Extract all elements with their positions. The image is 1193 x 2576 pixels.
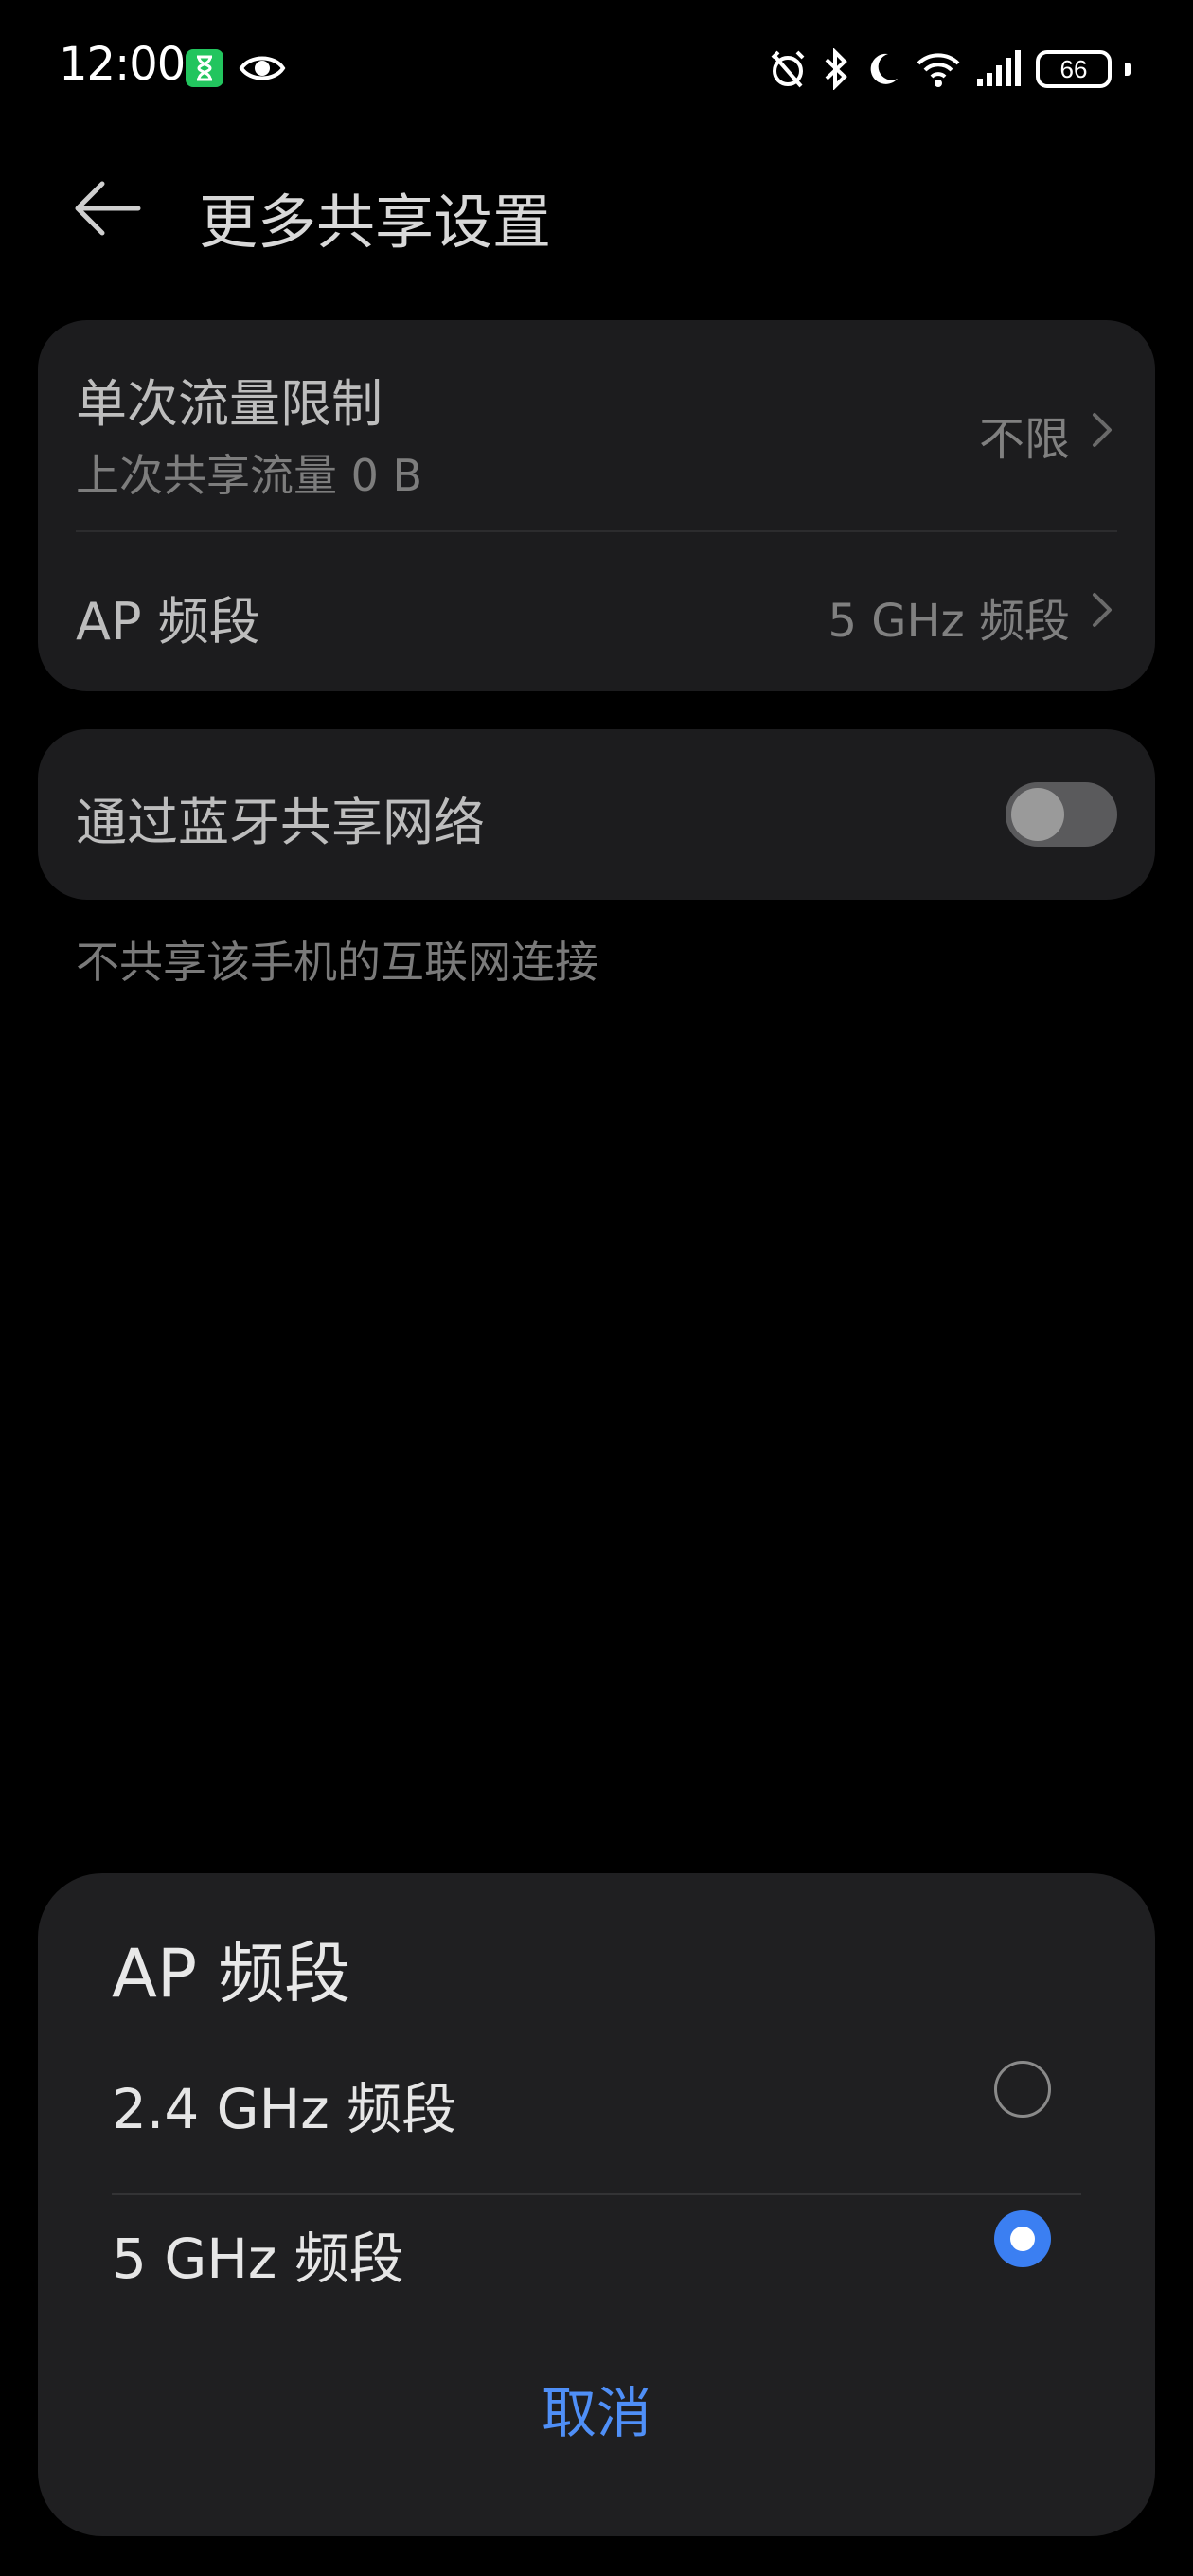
traffic-limit-value: 不限 xyxy=(978,413,1070,466)
settings-card-network: 单次流量限制 上次共享流量 0 B 不限 AP 频段 5 GHz 频段 xyxy=(38,320,1155,691)
option-2-4ghz[interactable]: 2.4 GHz 频段 xyxy=(38,2021,1155,2163)
bluetooth-share-row[interactable]: 通过蓝牙共享网络 xyxy=(38,729,1155,900)
page-title: 更多共享设置 xyxy=(199,188,552,257)
traffic-limit-sub: 上次共享流量 0 B xyxy=(76,450,423,501)
status-bar: 12:00 66 xyxy=(0,0,1193,133)
settings-card-bluetooth: 通过蓝牙共享网络 xyxy=(38,729,1155,900)
battery-indicator: 66 xyxy=(1036,50,1112,88)
ap-band-row[interactable]: AP 频段 5 GHz 频段 xyxy=(38,532,1155,691)
app-header: 更多共享设置 xyxy=(0,152,1193,265)
ap-band-dialog: AP 频段 2.4 GHz 频段 5 GHz 频段 取消 xyxy=(38,1873,1155,2536)
chevron-right-icon xyxy=(1093,413,1112,447)
cancel-button[interactable]: 取消 xyxy=(454,2366,739,2460)
toggle-knob xyxy=(1011,788,1064,841)
option-5ghz[interactable]: 5 GHz 频段 xyxy=(38,2171,1155,2313)
back-arrow-icon[interactable] xyxy=(74,180,142,237)
ap-band-label: AP 频段 xyxy=(76,592,260,652)
traffic-limit-label: 单次流量限制 xyxy=(76,374,383,434)
battery-level: 66 xyxy=(1059,54,1088,83)
bluetooth-icon xyxy=(822,48,850,90)
radio-button-selected[interactable] xyxy=(994,2210,1051,2267)
eye-icon xyxy=(239,49,286,87)
status-icons: 66 xyxy=(767,45,1131,93)
signal-icon xyxy=(975,48,1023,90)
radio-button-unselected[interactable] xyxy=(994,2061,1051,2118)
hourglass-icon xyxy=(186,49,223,87)
status-time: 12:00 xyxy=(59,38,186,91)
bluetooth-share-label: 通过蓝牙共享网络 xyxy=(76,793,485,852)
traffic-limit-row[interactable]: 单次流量限制 上次共享流量 0 B 不限 xyxy=(38,320,1155,530)
wifi-icon xyxy=(915,48,962,90)
moon-icon xyxy=(864,48,901,90)
ap-band-value: 5 GHz 频段 xyxy=(828,595,1070,648)
option-label: 2.4 GHz 频段 xyxy=(112,2077,457,2141)
bluetooth-share-toggle[interactable] xyxy=(1006,782,1117,847)
battery-tip xyxy=(1125,63,1131,76)
bluetooth-share-footnote: 不共享该手机的互联网连接 xyxy=(76,937,598,988)
alarm-off-icon xyxy=(767,48,809,90)
dialog-title: AP 频段 xyxy=(112,1935,351,2012)
chevron-right-icon xyxy=(1093,593,1112,627)
option-label: 5 GHz 频段 xyxy=(112,2227,404,2291)
